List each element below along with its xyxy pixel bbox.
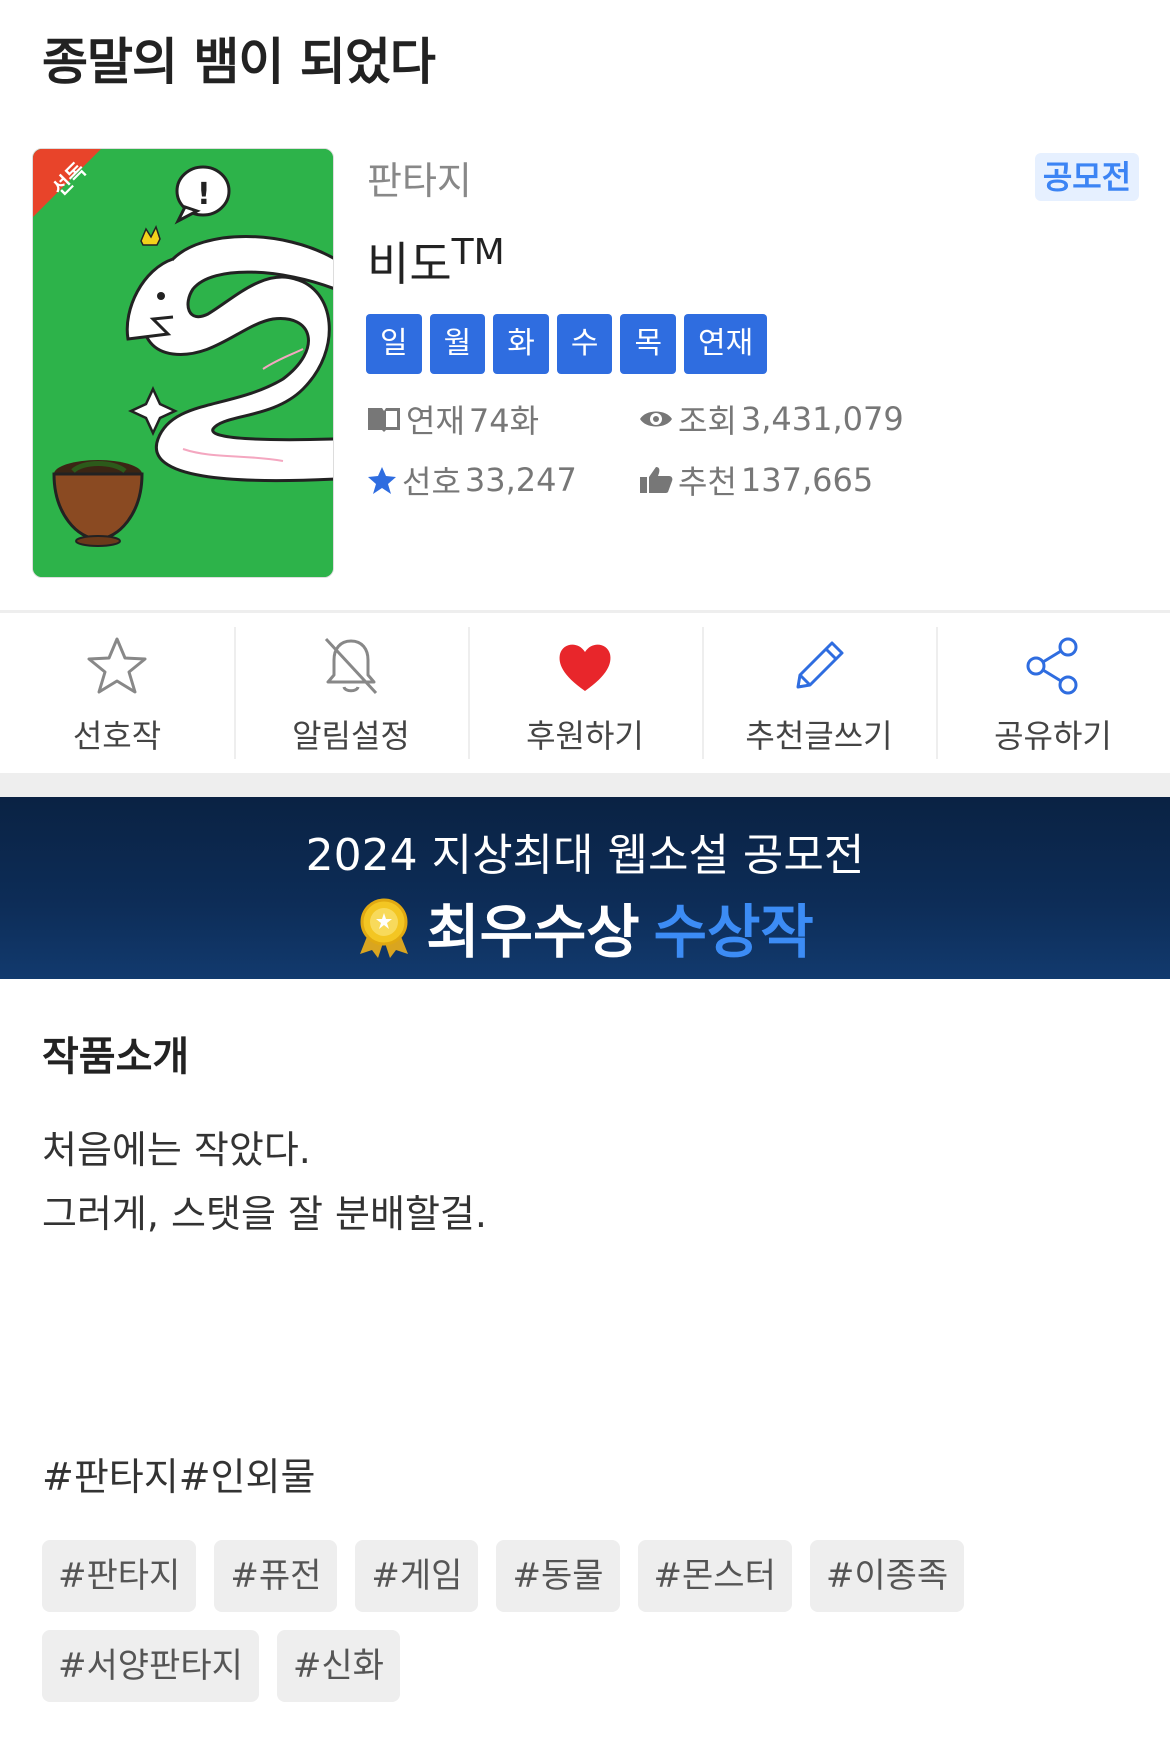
- banner-award-line: 최우수상 수상작: [0, 885, 1170, 969]
- pencil-icon: [796, 641, 844, 689]
- intro-line: 처음에는 작았다.: [42, 1128, 311, 1172]
- episodes-label: 연재: [406, 402, 465, 440]
- intro-text: 처음에는 작았다. 그러게, 스탯을 잘 분배할걸.: [42, 1118, 487, 1246]
- author-name-text: 비도: [367, 237, 452, 291]
- tag-chip[interactable]: #동물: [496, 1540, 620, 1612]
- views-value: 3,431,079: [740, 400, 904, 438]
- intro-hashtags: #판타지#인외물: [42, 1455, 316, 1499]
- views-label: 조회: [678, 402, 737, 440]
- serial-days: 일 월 화 수 목 연재: [366, 314, 768, 374]
- favorite-label: 선호작: [72, 717, 162, 755]
- genre-label[interactable]: 판타지: [367, 150, 472, 205]
- write-recommendation-label: 추천글쓰기: [745, 717, 893, 755]
- book-icon: [368, 408, 400, 432]
- notification-button[interactable]: 알림설정: [234, 613, 468, 773]
- day-tue: 화: [493, 314, 549, 374]
- favorites-value: 33,247: [464, 461, 577, 499]
- star-filled-icon: [368, 467, 396, 494]
- eye-icon: [640, 411, 672, 427]
- support-button[interactable]: 후원하기: [468, 613, 702, 773]
- thumbs-up-icon: [640, 467, 673, 493]
- medal-icon: [360, 898, 409, 958]
- recommends-stat: 추천 137,665: [638, 457, 873, 503]
- day-thu: 목: [620, 314, 677, 374]
- tag-chip[interactable]: #신화: [276, 1630, 400, 1702]
- novel-title: 종말의 뱀이 되었다: [42, 33, 436, 91]
- share-icon: [1026, 637, 1078, 695]
- svg-text:!: !: [197, 177, 211, 212]
- snake-illustration: 선독 !: [33, 149, 333, 577]
- bell-off-icon: [324, 637, 378, 695]
- day-sun: 일: [366, 314, 422, 374]
- tag-chip[interactable]: #판타지: [42, 1540, 197, 1612]
- banner-award-highlight: 수상작: [653, 898, 814, 966]
- contest-award-banner[interactable]: 2024 지상최대 웹소설 공모전 최우수상 수상작: [0, 797, 1170, 979]
- cover-image[interactable]: 선독 !: [32, 148, 334, 578]
- tag-chip[interactable]: #게임: [355, 1540, 479, 1612]
- recommends-label: 추천: [678, 463, 737, 501]
- share-label: 공유하기: [994, 717, 1112, 755]
- tag-chip[interactable]: #몬스터: [637, 1540, 792, 1612]
- episodes-stat: 연재 74화: [366, 396, 539, 442]
- favorites-label: 선호: [402, 463, 461, 501]
- banner-contest-title: 2024 지상최대 웹소설 공모전: [305, 830, 865, 881]
- serial-status: 연재: [684, 314, 768, 374]
- banner-award: 최우수상: [426, 898, 640, 966]
- action-bar: 선호작 알림설정 후원하기 추천글쓰기 공유하기: [0, 613, 1170, 773]
- day-wed: 수: [556, 314, 613, 374]
- tag-chip[interactable]: #퓨전: [214, 1540, 338, 1612]
- intro-heading: 작품소개: [42, 1034, 190, 1080]
- episodes-value: 74화: [468, 402, 540, 440]
- notification-label: 알림설정: [292, 717, 410, 755]
- intro-line: 그러게, 스탯을 잘 분배할걸.: [42, 1192, 487, 1236]
- author-mark: TM: [451, 232, 505, 273]
- author-name[interactable]: 비도TM: [367, 228, 505, 294]
- day-mon: 월: [429, 314, 486, 374]
- favorites-stat: 선호 33,247: [366, 457, 577, 503]
- write-recommendation-button[interactable]: 추천글쓰기: [702, 613, 936, 773]
- support-label: 후원하기: [526, 717, 644, 755]
- tag-chip[interactable]: #서양판타지: [42, 1630, 259, 1702]
- views-stat: 조회 3,431,079: [638, 396, 904, 442]
- favorite-button[interactable]: 선호작: [0, 613, 234, 773]
- share-button[interactable]: 공유하기: [936, 613, 1170, 773]
- recommends-value: 137,665: [740, 461, 874, 499]
- star-outline-icon: [87, 637, 147, 694]
- heart-icon: [559, 644, 611, 691]
- section-separator: [0, 773, 1170, 797]
- tag-list: #판타지 #퓨전 #게임 #동물 #몬스터 #이종족 #서양판타지 #신화: [42, 1540, 1142, 1702]
- tag-chip[interactable]: #이종족: [809, 1540, 965, 1612]
- contest-badge[interactable]: 공모전: [1035, 153, 1139, 201]
